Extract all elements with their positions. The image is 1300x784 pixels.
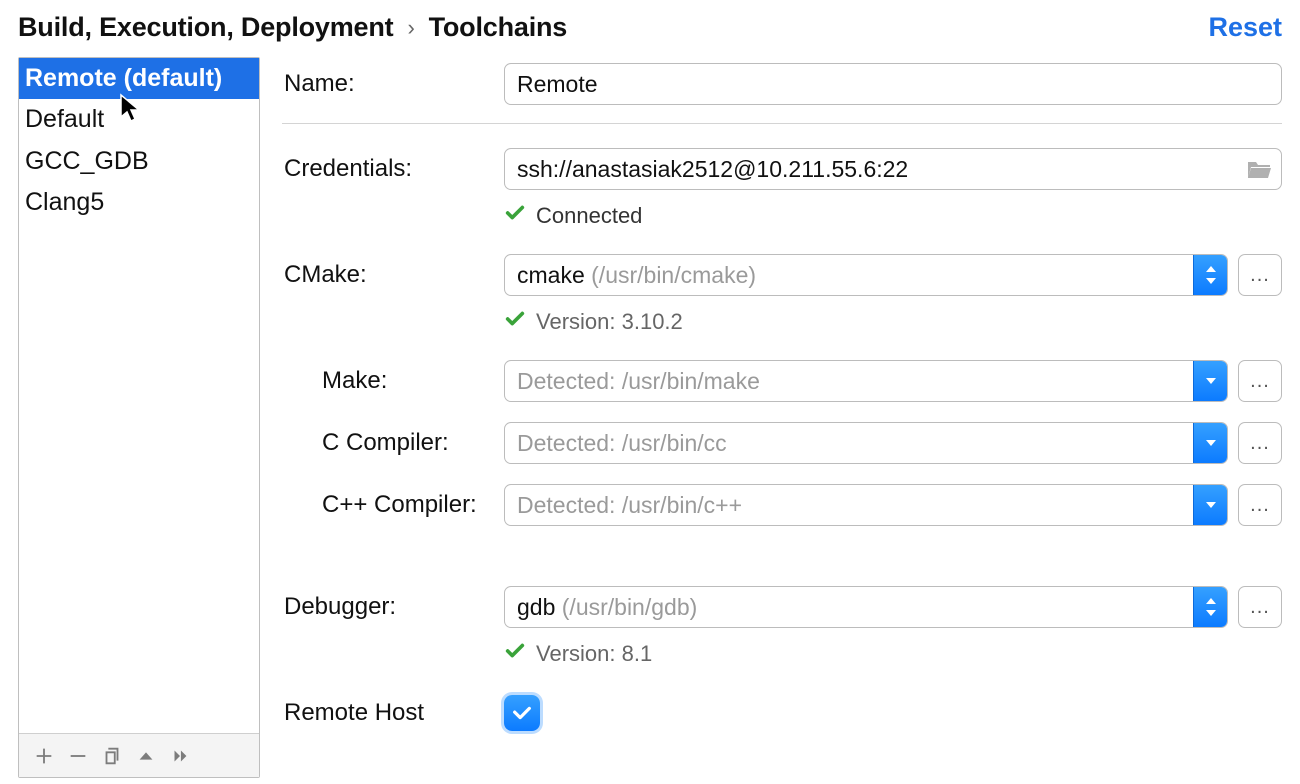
updown-icon <box>1193 255 1227 295</box>
credentials-field[interactable]: ssh://anastasiak2512@10.211.55.6:22 <box>504 148 1282 190</box>
minus-icon <box>67 745 89 767</box>
name-field[interactable]: Remote <box>504 63 1282 105</box>
cmake-select[interactable]: cmake (/usr/bin/cmake) <box>504 254 1228 296</box>
label-make: Make: <box>282 367 492 395</box>
row-make: Make: Detected: /usr/bin/make ... <box>282 360 1282 402</box>
reset-button[interactable]: Reset <box>1208 12 1282 43</box>
debugger-browse-button[interactable]: ... <box>1238 586 1282 628</box>
label-credentials: Credentials: <box>282 155 492 183</box>
check-icon <box>504 640 526 668</box>
row-remote-host: Remote Host <box>282 692 1282 734</box>
row-credentials: Credentials: ssh://anastasiak2512@10.211… <box>282 148 1282 190</box>
make-browse-button[interactable]: ... <box>1238 360 1282 402</box>
breadcrumb-row: Build, Execution, Deployment › Toolchain… <box>18 6 1282 57</box>
chevron-down-icon <box>1193 361 1227 401</box>
label-name: Name: <box>282 70 492 98</box>
toolchain-item-clang5[interactable]: Clang5 <box>19 182 259 223</box>
toolchain-form: Name: Remote Credentials: ssh://anastasi… <box>282 57 1282 778</box>
label-cc: C Compiler: <box>282 429 492 457</box>
toolchain-list[interactable]: Remote (default) Default GCC_GDB Clang5 <box>19 58 259 733</box>
breadcrumb: Build, Execution, Deployment › Toolchain… <box>18 12 567 43</box>
updown-icon <box>1193 587 1227 627</box>
check-icon <box>504 308 526 336</box>
debugger-hint: (/usr/bin/gdb) <box>562 594 698 620</box>
toolchain-list-toolbar <box>19 733 259 777</box>
check-icon <box>511 702 533 724</box>
settings-panel: Build, Execution, Deployment › Toolchain… <box>0 0 1300 784</box>
row-cmake: CMake: cmake (/usr/bin/cmake) ... <box>282 254 1282 296</box>
breadcrumb-current: Toolchains <box>429 12 568 43</box>
cmake-browse-button[interactable]: ... <box>1238 254 1282 296</box>
toolchain-list-panel: Remote (default) Default GCC_GDB Clang5 <box>18 57 260 778</box>
label-debugger: Debugger: <box>282 593 492 621</box>
breadcrumb-parent[interactable]: Build, Execution, Deployment <box>18 12 393 43</box>
debugger-value: gdb <box>517 594 555 620</box>
status-cmake-text: Version: 3.10.2 <box>536 309 683 335</box>
add-button[interactable] <box>29 741 59 771</box>
move-up-button[interactable] <box>131 741 161 771</box>
folder-open-icon <box>1246 158 1272 180</box>
debugger-select[interactable]: gdb (/usr/bin/gdb) <box>504 586 1228 628</box>
chevrons-right-icon <box>169 745 191 767</box>
cc-select[interactable]: Detected: /usr/bin/cc <box>504 422 1228 464</box>
plus-icon <box>33 745 55 767</box>
label-cxx: C++ Compiler: <box>282 491 492 519</box>
cxx-browse-button[interactable]: ... <box>1238 484 1282 526</box>
toolchain-item-gccgdb[interactable]: GCC_GDB <box>19 141 259 182</box>
label-remote-host: Remote Host <box>282 699 492 727</box>
label-cmake: CMake: <box>282 261 492 289</box>
row-debugger: Debugger: gdb (/usr/bin/gdb) ... <box>282 586 1282 628</box>
make-placeholder: Detected: /usr/bin/make <box>517 368 760 394</box>
make-select[interactable]: Detected: /usr/bin/make <box>504 360 1228 402</box>
status-credentials: Connected <box>504 202 1282 230</box>
status-debugger-text: Version: 8.1 <box>536 641 652 667</box>
cmake-hint: (/usr/bin/cmake) <box>591 262 756 288</box>
toolchain-item-default[interactable]: Default <box>19 99 259 140</box>
cxx-select[interactable]: Detected: /usr/bin/c++ <box>504 484 1228 526</box>
name-field-text: Remote <box>517 71 598 98</box>
cxx-placeholder: Detected: /usr/bin/c++ <box>517 492 742 518</box>
remote-host-checkbox[interactable] <box>504 695 540 731</box>
copy-button[interactable] <box>97 741 127 771</box>
status-debugger: Version: 8.1 <box>504 640 1282 668</box>
cc-browse-button[interactable]: ... <box>1238 422 1282 464</box>
main-columns: Remote (default) Default GCC_GDB Clang5 <box>18 57 1282 778</box>
row-name: Name: Remote <box>282 63 1282 105</box>
separator <box>282 123 1282 124</box>
chevron-down-icon <box>1193 423 1227 463</box>
status-credentials-text: Connected <box>536 203 642 229</box>
status-cmake: Version: 3.10.2 <box>504 308 1282 336</box>
credentials-text: ssh://anastasiak2512@10.211.55.6:22 <box>517 156 1237 183</box>
cmake-value: cmake <box>517 262 585 288</box>
copy-icon <box>101 745 123 767</box>
cc-placeholder: Detected: /usr/bin/cc <box>517 430 727 456</box>
browse-credentials-button[interactable] <box>1237 149 1281 189</box>
remove-button[interactable] <box>63 741 93 771</box>
chevron-right-icon: › <box>407 15 414 41</box>
triangle-up-icon <box>135 745 157 767</box>
row-cxx: C++ Compiler: Detected: /usr/bin/c++ ... <box>282 484 1282 526</box>
row-cc: C Compiler: Detected: /usr/bin/cc ... <box>282 422 1282 464</box>
more-actions-button[interactable] <box>165 741 195 771</box>
toolchain-item-remote[interactable]: Remote (default) <box>19 58 259 99</box>
check-icon <box>504 202 526 230</box>
chevron-down-icon <box>1193 485 1227 525</box>
